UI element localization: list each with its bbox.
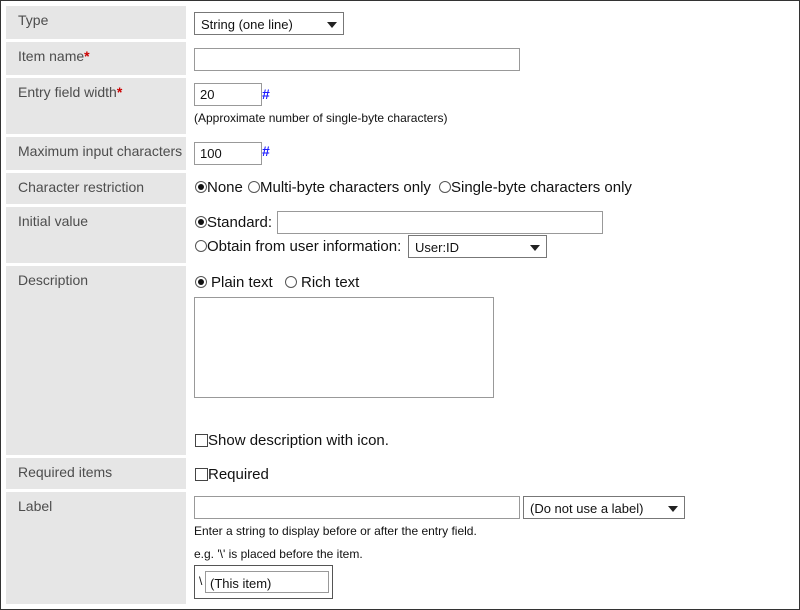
radio-user-info[interactable] [195,240,207,252]
radio-multi-byte[interactable] [248,181,260,193]
entry-width-note: (Approximate number of single-byte chara… [194,111,448,125]
row-entry-field-width: Entry field width* # (Approximate number… [6,78,795,134]
row-item-name: Item name* [6,42,795,75]
label-type: Type [6,6,186,39]
label-description: Description [6,266,186,455]
example-item-field: (This item) [205,571,329,593]
row-type: Type String (one line) [6,6,795,39]
radio-plain-text-label: Plain text [211,274,273,291]
user-info-select[interactable]: User:ID [408,235,547,258]
radio-single-byte-label: Single-byte characters only [451,179,632,196]
chevron-down-icon [668,506,678,512]
row-max-input-chars: Maximum input characters # [6,137,795,170]
label-initial-value: Initial value [6,207,186,263]
radio-user-info-label: Obtain from user information: [207,238,402,255]
hash-icon: # [262,143,270,159]
entry-width-input[interactable] [194,83,262,106]
custom-item-form: Type String (one line) Item name* Entry … [0,0,800,610]
row-initial-value: Initial value Standard: Obtain from user… [6,207,795,263]
type-select-value: String (one line) [201,17,293,32]
max-chars-input[interactable] [194,142,262,165]
label-required-items: Required items [6,458,186,489]
label-entry-field-width: Entry field width* [6,78,186,134]
required-checkbox[interactable] [195,468,208,481]
label-character-restriction: Character restriction [6,173,186,204]
show-icon-checkbox[interactable] [195,434,208,447]
row-required-items: Required items Required [6,458,795,489]
standard-value-input[interactable] [277,211,603,234]
required-mark: * [116,84,123,100]
radio-multi-byte-label: Multi-byte characters only [260,179,431,196]
show-icon-label: Show description with icon. [208,432,389,449]
radio-none-label: None [207,179,243,196]
radio-standard-label: Standard: [207,214,273,231]
label-example-text: e.g. '\' is placed before the item. [194,547,363,561]
user-info-select-value: User:ID [415,240,460,255]
radio-single-byte[interactable] [439,181,451,193]
label-help-text: Enter a string to display before or afte… [194,524,477,538]
label-example-preview: \ (This item) [194,565,333,599]
label-position-select[interactable]: (Do not use a label) [523,496,685,519]
hash-icon: # [262,86,270,102]
label-max-input-chars: Maximum input characters [6,137,186,170]
required-checkbox-label: Required [208,466,269,483]
description-textarea[interactable] [194,297,494,398]
label-label: Label [6,492,186,604]
row-description: Description Plain text Rich text Show de… [6,266,795,455]
example-prefix: \ [199,574,203,588]
radio-none[interactable] [195,181,207,193]
chevron-down-icon [530,245,540,251]
chevron-down-icon [327,22,337,28]
radio-rich-text[interactable] [285,276,297,288]
radio-plain-text[interactable] [195,276,207,288]
label-input[interactable] [194,496,520,519]
row-character-restriction: Character restriction None Multi-byte ch… [6,173,795,204]
type-select[interactable]: String (one line) [194,12,344,35]
label-item-name: Item name* [6,42,186,75]
radio-standard[interactable] [195,216,207,228]
required-mark: * [84,48,90,64]
row-label: Label (Do not use a label) Enter a strin… [6,492,795,604]
item-name-input[interactable] [194,48,520,71]
label-position-select-value: (Do not use a label) [530,501,644,516]
radio-rich-text-label: Rich text [301,274,360,291]
